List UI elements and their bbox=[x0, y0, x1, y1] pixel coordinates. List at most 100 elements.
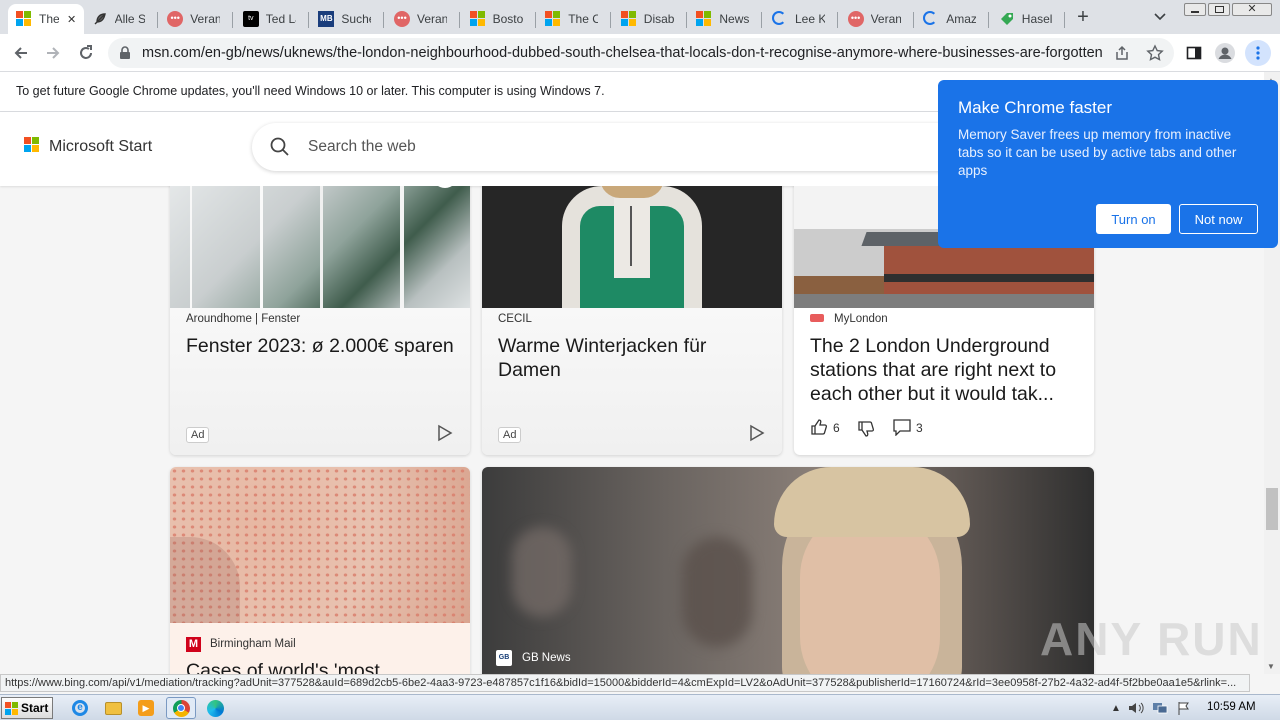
edge-icon[interactable] bbox=[205, 698, 225, 718]
tab-search-chevron-icon[interactable] bbox=[1150, 8, 1170, 26]
tab-3[interactable]: tv Ted Las bbox=[235, 4, 309, 34]
turn-on-button[interactable]: Turn on bbox=[1096, 204, 1171, 234]
forward-button[interactable] bbox=[40, 40, 66, 66]
feed-area: Aroundhome | Fenster Fenster 2023: ø 2.0… bbox=[0, 186, 1264, 674]
back-button[interactable] bbox=[8, 40, 34, 66]
microsoft-icon bbox=[545, 11, 561, 27]
tab-separator bbox=[912, 12, 914, 28]
tab-label: Sucher bbox=[341, 12, 371, 26]
card-title[interactable]: Fenster 2023: ø 2.000€ sparen bbox=[186, 334, 456, 358]
feather-icon bbox=[92, 11, 108, 27]
show-hidden-icons-icon[interactable]: ▲ bbox=[1106, 698, 1126, 718]
close-window-button[interactable]: ✕ bbox=[1232, 3, 1272, 16]
tab-label: Haselh bbox=[1021, 12, 1052, 26]
browser-toolbar: msn.com/en-gb/news/uknews/the-london-nei… bbox=[0, 34, 1280, 72]
chrome-taskbar-button[interactable] bbox=[166, 697, 196, 719]
ie-icon[interactable]: e bbox=[70, 698, 90, 718]
card-source: Aroundhome | Fenster bbox=[186, 313, 301, 325]
profile-avatar-icon bbox=[1215, 43, 1235, 63]
tab-separator bbox=[610, 12, 612, 28]
tab-1[interactable]: Alle Str bbox=[84, 4, 158, 34]
tag-icon bbox=[999, 11, 1015, 27]
bookmark-star-icon[interactable] bbox=[1146, 44, 1164, 62]
ad-choices-icon[interactable] bbox=[748, 424, 766, 442]
scrollbar-thumb[interactable] bbox=[1266, 488, 1278, 530]
card-title[interactable]: Warme Winterjacken für Damen bbox=[498, 334, 768, 382]
maximize-button[interactable] bbox=[1208, 3, 1230, 16]
close-tab-icon[interactable]: ✕ bbox=[67, 13, 76, 26]
ad-choices-icon[interactable] bbox=[436, 424, 454, 442]
tab-separator bbox=[685, 12, 687, 28]
news-card-ad-cecil[interactable]: CECIL Warme Winterjacken für Damen Ad bbox=[482, 186, 782, 455]
tab-11[interactable]: ••• Veranst bbox=[840, 4, 914, 34]
back-arrow-icon bbox=[14, 47, 27, 59]
start-button[interactable]: Start bbox=[1, 697, 53, 719]
share-icon[interactable] bbox=[1114, 45, 1130, 61]
network-icon[interactable] bbox=[1150, 698, 1170, 718]
not-now-button[interactable]: Not now bbox=[1179, 204, 1258, 234]
ad-badge: Ad bbox=[186, 427, 210, 443]
tab-4[interactable]: MB Sucher bbox=[310, 4, 385, 34]
birmingham-mail-logo-icon: M bbox=[186, 637, 201, 652]
tab-12[interactable]: Amazor bbox=[915, 4, 990, 34]
mylondon-logo-icon bbox=[810, 314, 824, 322]
tab-2[interactable]: ••• Veranst bbox=[159, 4, 234, 34]
news-card-gbnews[interactable]: GB GB News bbox=[482, 467, 1094, 674]
memory-saver-popup: Make Chrome faster Memory Saver frees up… bbox=[938, 80, 1278, 248]
tab-8[interactable]: Disable bbox=[613, 4, 687, 34]
comment-count: 3 bbox=[916, 421, 923, 435]
action-center-flag-icon[interactable] bbox=[1174, 698, 1194, 718]
tab-10[interactable]: Lee Ku bbox=[764, 4, 838, 34]
search-box[interactable]: Search the web bbox=[252, 123, 1012, 171]
card-source: MyLondon bbox=[834, 313, 888, 325]
address-bar[interactable]: msn.com/en-gb/news/uknews/the-london-nei… bbox=[108, 38, 1174, 68]
tab-separator bbox=[761, 12, 763, 28]
tab-label: Disable bbox=[643, 12, 674, 26]
lock-icon bbox=[120, 46, 130, 59]
tab-6[interactable]: Boston bbox=[462, 4, 536, 34]
tab-0[interactable]: The ✕ bbox=[8, 4, 84, 34]
tab-5[interactable]: ••• Veranst bbox=[386, 4, 460, 34]
new-tab-button[interactable]: + bbox=[1072, 6, 1094, 28]
reload-button[interactable] bbox=[73, 40, 99, 66]
side-panel-icon bbox=[1186, 46, 1202, 60]
like-count: 6 bbox=[833, 421, 840, 435]
jacket-image bbox=[482, 186, 782, 308]
popup-body: Memory Saver frees up memory from inacti… bbox=[958, 127, 1237, 178]
tab-label: Amazor bbox=[946, 12, 977, 26]
side-panel-button[interactable] bbox=[1181, 40, 1207, 66]
tab-strip: The ✕ Alle Str ••• Veranst tv Ted Las MB Sucher •… bbox=[0, 0, 1280, 34]
brand-name[interactable]: Microsoft Start bbox=[49, 138, 152, 156]
search-placeholder[interactable]: Search the web bbox=[308, 138, 416, 156]
tab-7[interactable]: The Cr bbox=[537, 4, 612, 34]
card-source: GB News bbox=[522, 652, 571, 664]
card-title[interactable]: The 2 London Underground stations that a… bbox=[810, 334, 1080, 406]
microsoft-icon bbox=[696, 11, 712, 27]
tab-label: Ted Las bbox=[265, 12, 296, 26]
tab-13[interactable]: Haselh bbox=[991, 4, 1065, 34]
thumbs-down-icon[interactable] bbox=[857, 420, 875, 438]
volume-icon[interactable] bbox=[1126, 698, 1146, 718]
chrome-menu-button[interactable] bbox=[1245, 40, 1271, 66]
url-text[interactable]: msn.com/en-gb/news/uknews/the-london-nei… bbox=[142, 45, 1102, 61]
clock[interactable]: 10:59 AM bbox=[1207, 701, 1256, 713]
link-status-bar: https://www.bing.com/api/v1/mediation/tr… bbox=[0, 674, 1250, 692]
tab-9[interactable]: News r bbox=[688, 4, 763, 34]
scroll-down-arrow-icon[interactable]: ▼ bbox=[1267, 662, 1275, 671]
search-icon bbox=[270, 137, 289, 156]
minimize-button[interactable] bbox=[1184, 3, 1206, 16]
comment-icon[interactable] bbox=[892, 418, 912, 436]
thumbs-up-icon[interactable] bbox=[810, 418, 828, 436]
news-card-birmingham[interactable]: M Birmingham Mail Cases of world's 'most bbox=[170, 467, 470, 674]
tab-separator bbox=[1063, 12, 1065, 28]
media-player-icon[interactable]: ▶ bbox=[136, 698, 156, 718]
file-explorer-icon[interactable] bbox=[103, 698, 123, 718]
profile-button[interactable] bbox=[1212, 40, 1238, 66]
microsoft-icon bbox=[16, 11, 32, 27]
microsoft-logo-icon[interactable] bbox=[24, 137, 39, 152]
card-title[interactable]: Cases of world's 'most bbox=[186, 659, 456, 674]
news-card-ad-fenster[interactable]: Aroundhome | Fenster Fenster 2023: ø 2.0… bbox=[170, 186, 470, 455]
microsoft-icon bbox=[469, 11, 486, 27]
tab-label: Veranst bbox=[417, 12, 447, 26]
mb-icon: MB bbox=[318, 11, 335, 27]
